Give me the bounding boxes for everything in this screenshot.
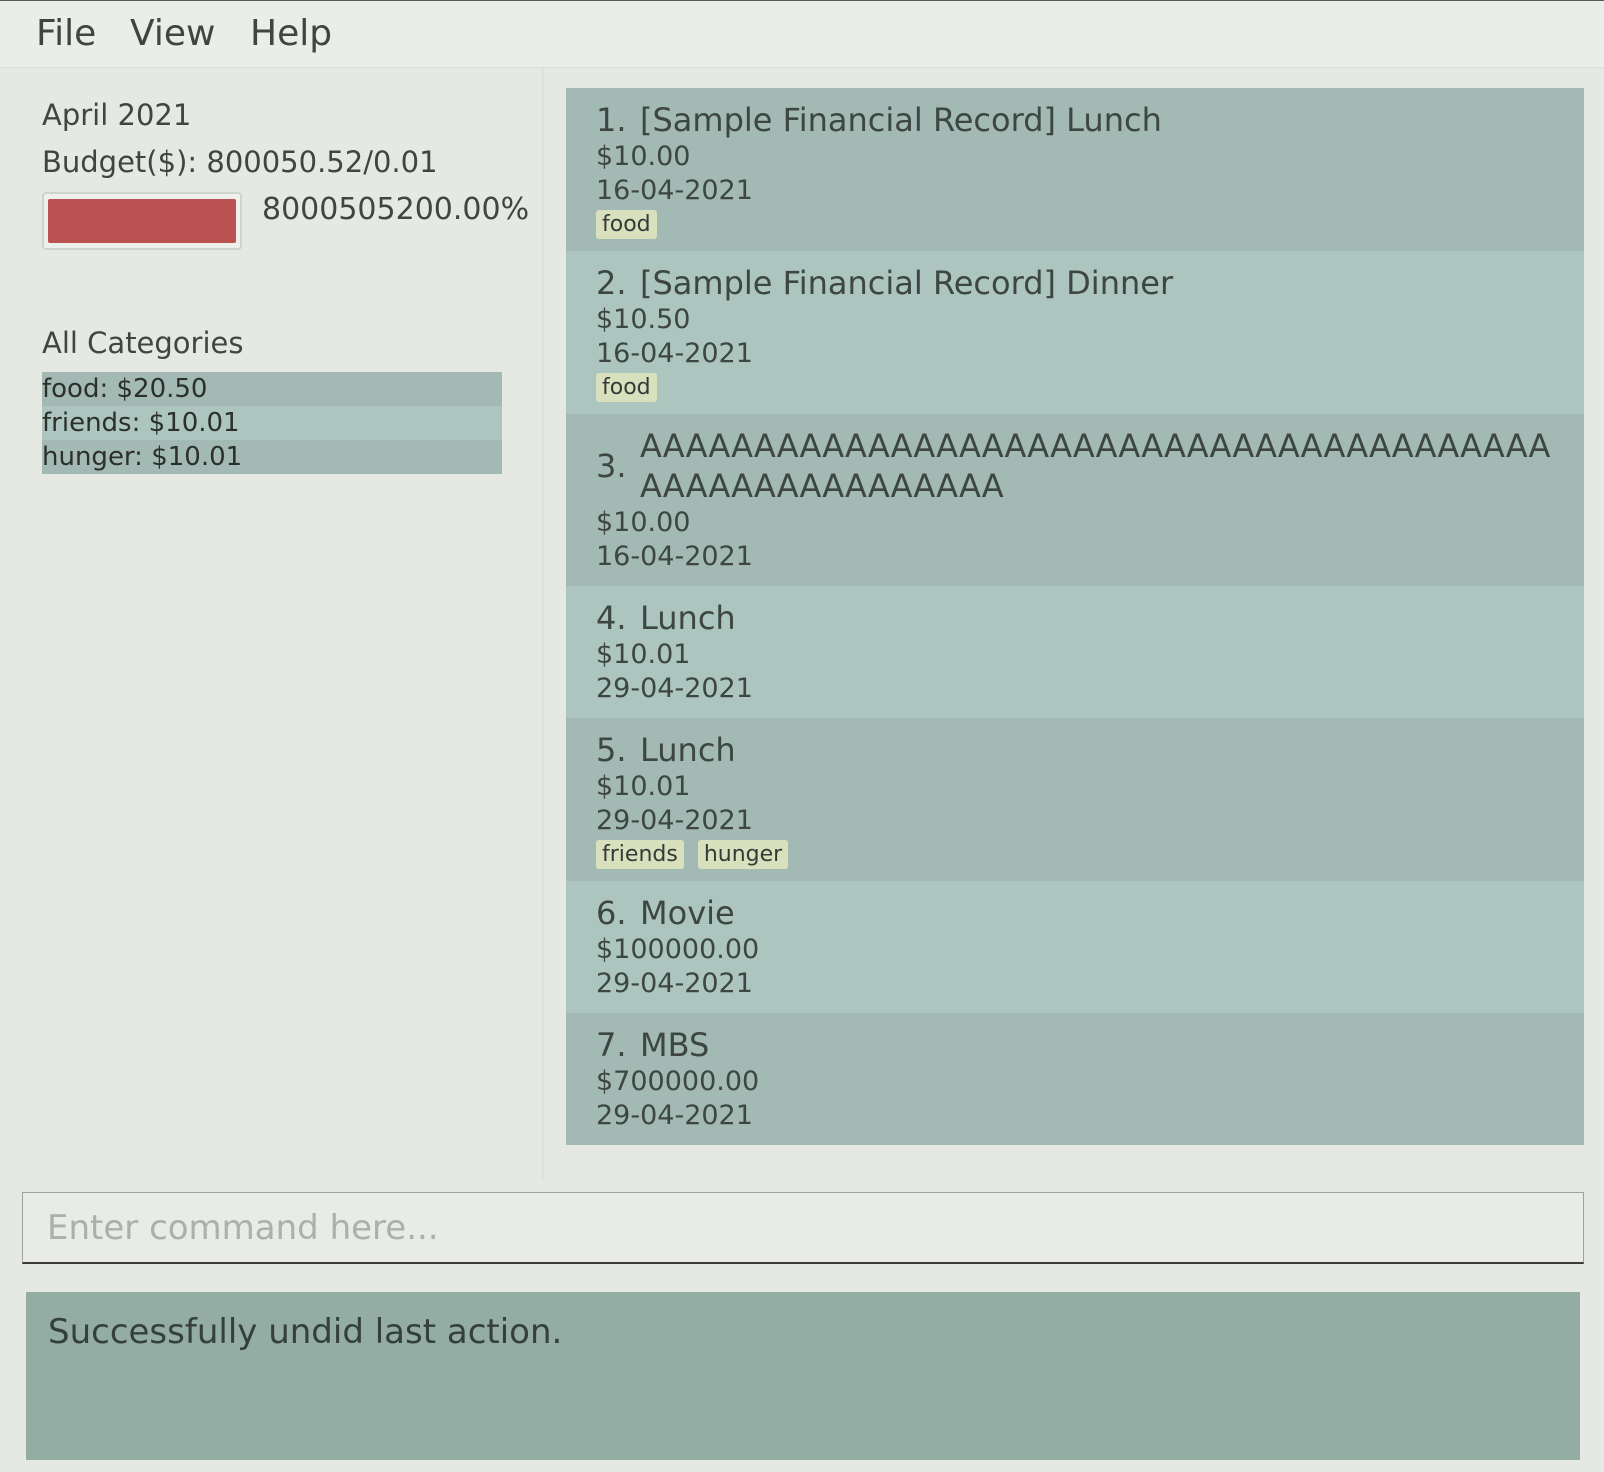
budget-label: Budget($): 800050.52/0.01 — [42, 145, 438, 179]
record-index: 5. — [596, 731, 627, 769]
budget-progress-bar — [42, 192, 242, 250]
record-title: Lunch — [640, 731, 736, 769]
category-list[interactable]: food: $20.50 friends: $10.01 hunger: $10.0… — [42, 372, 502, 474]
record-card[interactable]: 2. [Sample Financial Record] Dinner $10.50… — [566, 251, 1584, 414]
record-title: Movie — [640, 894, 735, 932]
record-date: 16-04-2021 — [596, 338, 753, 369]
record-amount: $10.01 — [596, 639, 691, 670]
record-date: 29-04-2021 — [596, 1100, 753, 1131]
record-header: 4. Lunch — [596, 598, 1554, 638]
tag-badge: friends — [596, 840, 684, 869]
tag-badge: food — [596, 373, 657, 402]
menu-bar: File View Help — [0, 0, 1604, 68]
record-card[interactable]: 1. [Sample Financial Record] Lunch $10.00 1… — [566, 88, 1584, 251]
record-title: [Sample Financial Record] Dinner — [640, 264, 1174, 302]
record-header: 2. [Sample Financial Record] Dinner — [596, 263, 1554, 303]
result-display: Successfully undid last action. — [26, 1292, 1580, 1460]
categories-title: All Categories — [42, 326, 244, 360]
tag-badge: hunger — [697, 840, 789, 869]
record-date: 16-04-2021 — [596, 541, 753, 572]
record-index: 7. — [596, 1026, 627, 1064]
category-item[interactable]: hunger: $10.01 — [42, 440, 502, 474]
record-tags: friends hunger — [596, 840, 1554, 869]
record-amount: $10.00 — [596, 141, 691, 172]
record-header: 3. AAAAAAAAAAAAAAAAAAAAAAAAAAAAAAAAAAAAAA… — [596, 426, 1554, 506]
category-item[interactable]: food: $20.50 — [42, 372, 502, 406]
record-title: MBS — [640, 1026, 710, 1064]
record-index: 1. — [596, 101, 627, 139]
record-list[interactable]: 1. [Sample Financial Record] Lunch $10.00 1… — [566, 88, 1584, 1145]
record-card[interactable]: 6. Movie $100000.00 29-04-2021 — [566, 881, 1584, 1013]
menu-view[interactable]: View — [130, 13, 215, 54]
record-header: 1. [Sample Financial Record] Lunch — [596, 100, 1554, 140]
record-date: 29-04-2021 — [596, 968, 753, 999]
record-card[interactable]: 7. MBS $700000.00 29-04-2021 — [566, 1013, 1584, 1145]
budget-percent: 8000505200.00% — [262, 192, 530, 227]
month-label: April 2021 — [42, 98, 192, 132]
record-tags: food — [596, 373, 1554, 402]
tag-badge: food — [596, 210, 657, 239]
result-message: Successfully undid last action. — [48, 1312, 563, 1352]
record-date: 29-04-2021 — [596, 805, 753, 836]
record-title: Lunch — [640, 599, 736, 637]
record-date: 16-04-2021 — [596, 175, 753, 206]
record-title: AAAAAAAAAAAAAAAAAAAAAAAAAAAAAAAAAAAAAAAA… — [640, 427, 1551, 505]
record-card[interactable]: 4. Lunch $10.01 29-04-2021 — [566, 586, 1584, 718]
menu-help[interactable]: Help — [250, 13, 332, 54]
record-date: 29-04-2021 — [596, 673, 753, 704]
record-index: 3. — [596, 447, 627, 485]
record-index: 2. — [596, 264, 627, 302]
record-amount: $700000.00 — [596, 1066, 760, 1097]
record-title: [Sample Financial Record] Lunch — [640, 101, 1162, 139]
record-amount: $10.50 — [596, 304, 691, 335]
budget-progress-fill — [48, 199, 236, 243]
menu-file[interactable]: File — [36, 13, 96, 54]
record-header: 5. Lunch — [596, 730, 1554, 770]
record-amount: $100000.00 — [596, 934, 760, 965]
record-amount: $10.01 — [596, 771, 691, 802]
record-header: 6. Movie — [596, 893, 1554, 933]
command-input[interactable] — [22, 1192, 1584, 1264]
record-card[interactable]: 3. AAAAAAAAAAAAAAAAAAAAAAAAAAAAAAAAAAAAAA… — [566, 414, 1584, 586]
category-item[interactable]: friends: $10.01 — [42, 406, 502, 440]
summary-panel: April 2021 Budget($): 800050.52/0.01 800… — [0, 68, 544, 1180]
record-tags: food — [596, 210, 1554, 239]
record-index: 4. — [596, 599, 627, 637]
record-index: 6. — [596, 894, 627, 932]
record-amount: $10.00 — [596, 507, 691, 538]
record-header: 7. MBS — [596, 1025, 1554, 1065]
record-card[interactable]: 5. Lunch $10.01 29-04-2021 friends hunger — [566, 718, 1584, 881]
